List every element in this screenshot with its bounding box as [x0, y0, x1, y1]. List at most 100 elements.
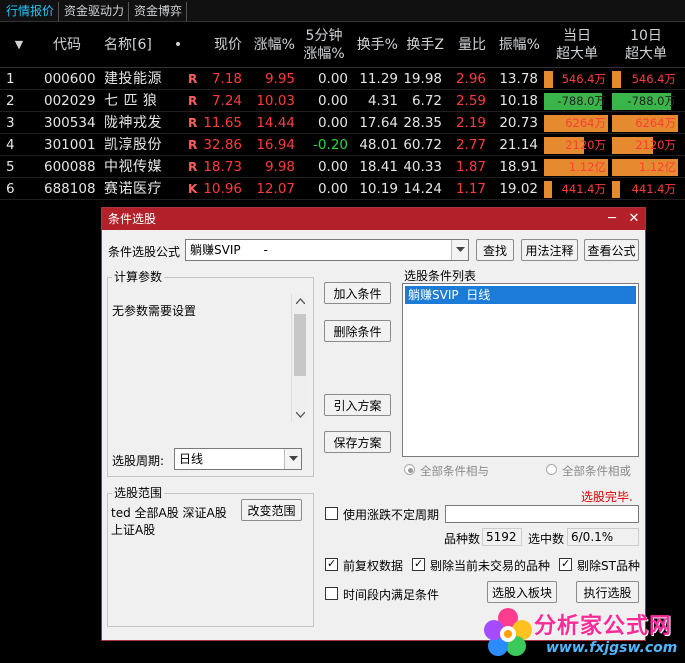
table-row[interactable]: 6 688108 赛诺医疗 K 10.96 12.07 0.00 10.19 14.24 1.17…	[0, 178, 685, 200]
cell-amplitude: 20.73	[499, 115, 538, 131]
time-range-checkbox[interactable]	[325, 587, 338, 600]
bigorder-value: -788.0万	[627, 94, 676, 108]
cell-change: 14.44	[256, 115, 295, 131]
bigorder-value: 441.4万	[561, 182, 606, 196]
cell-code: 600088	[44, 159, 96, 175]
col-amplitude-header[interactable]: 振幅%	[488, 22, 540, 68]
cell-amplitude: 21.14	[499, 137, 538, 153]
watermark-title: 分析家公式网	[534, 613, 673, 639]
radio-or[interactable]	[546, 464, 557, 475]
col-5min-header[interactable]: 5分钟 涨幅%	[298, 22, 350, 68]
range-text-line1: ted 全部A股 深证A股	[111, 506, 227, 520]
params-text: 无参数需要设置	[112, 304, 197, 318]
condition-list-label: 选股条件列表	[404, 269, 477, 283]
cell-price: 18.73	[203, 159, 242, 175]
params-scrollbar[interactable]	[291, 294, 308, 422]
exclude-st-label: 剔除ST品种	[577, 559, 640, 573]
cell-day-bigorder: 546.4万	[544, 71, 608, 88]
use-period-checkbox[interactable]	[325, 507, 338, 520]
cell-code: 300534	[44, 115, 96, 131]
cell-d10-bigorder: 2120万	[612, 137, 678, 154]
scroll-down-icon[interactable]	[296, 412, 305, 418]
cell-vol-ratio: 2.59	[455, 93, 486, 109]
cell-change: 10.03	[256, 93, 295, 109]
col-code-header[interactable]: 代码	[44, 22, 90, 68]
cell-idx: 3	[6, 115, 15, 131]
table-row[interactable]: 5 600088 中视传媒 R 18.73 9.98 0.00 18.41 40.33 1.87 1…	[0, 156, 685, 178]
condition-stock-picker-dialog: 条件选股 ─ ✕ 条件选股公式 躺赚SVIP - 查找 用法注释 查看公式 计算…	[101, 207, 646, 641]
col-dot-header: •	[173, 37, 183, 53]
exclude-untraded-checkbox[interactable]	[412, 557, 425, 571]
col-turnover-z-header[interactable]: 换手Z	[398, 22, 444, 68]
col-5min-header-line2: 涨幅%	[303, 46, 345, 62]
col-change-header[interactable]: 涨幅%	[245, 22, 295, 68]
adjust-data-checkbox[interactable]	[325, 557, 338, 571]
find-button[interactable]: 查找	[476, 239, 514, 261]
remove-condition-button[interactable]: 删除条件	[324, 320, 391, 342]
cell-d10-bigorder: -788.0万	[612, 93, 678, 110]
view-formula-button[interactable]: 查看公式	[584, 239, 639, 261]
cell-change: 12.07	[256, 181, 295, 197]
cell-turnover: 17.64	[359, 115, 398, 131]
minimize-icon[interactable]: ─	[602, 208, 622, 230]
params-group-title: 计算参数	[112, 270, 165, 284]
cell-code: 688108	[44, 181, 96, 197]
close-icon[interactable]: ✕	[624, 208, 644, 230]
dialog-titlebar[interactable]: 条件选股 ─ ✕	[102, 208, 645, 230]
radio-and[interactable]	[404, 464, 415, 475]
cell-price: 11.65	[203, 115, 242, 131]
col-turnover-header[interactable]: 换手%	[350, 22, 398, 68]
cell-code: 000600	[44, 71, 96, 87]
use-period-label: 使用涨跌不定周期	[343, 508, 440, 522]
import-scheme-button[interactable]: 引入方案	[324, 394, 391, 416]
table-row[interactable]: 3 300534 陇神戎发 R 11.65 14.44 0.00 17.64 28.35 2.19…	[0, 112, 685, 134]
params-scroll-thumb[interactable]	[294, 314, 306, 376]
run-selection-button[interactable]: 执行选股	[576, 581, 639, 603]
bigorder-value: 1.12亿	[638, 160, 676, 174]
bigorder-bar	[612, 181, 620, 198]
period-select-value: 日线	[179, 452, 204, 466]
cell-code: 301001	[44, 137, 96, 153]
chevron-down-icon[interactable]	[451, 240, 468, 260]
formula-select[interactable]: 躺赚SVIP -	[185, 239, 469, 261]
status-text: 选股完毕.	[581, 490, 633, 504]
save-scheme-button[interactable]: 保存方案	[324, 431, 391, 453]
tab-fund-drive[interactable]: 资金驱动力	[60, 2, 130, 21]
col-price-header[interactable]: 现价	[190, 22, 242, 68]
change-range-button[interactable]: 改变范围	[241, 499, 302, 521]
cell-price: 32.86	[203, 137, 242, 153]
table-row[interactable]: 1 000600 建投能源 R 7.18 9.95 0.00 11.29 19.98 2.96 13…	[0, 68, 685, 90]
radio-and-label: 全部条件相与	[420, 464, 489, 478]
table-row[interactable]: 2 002029 七 匹 狼 R 7.24 10.03 0.00 4.31 6.72 2.59 10…	[0, 90, 685, 112]
tab-fund-game[interactable]: 资金博弈	[130, 2, 188, 21]
period-select[interactable]: 日线	[174, 448, 302, 470]
cell-turnover-z: 6.72	[411, 93, 442, 109]
add-condition-button[interactable]: 加入条件	[324, 282, 391, 304]
col-vol-ratio-header[interactable]: 量比	[444, 22, 486, 68]
cell-idx: 6	[6, 181, 15, 197]
to-block-button[interactable]: 选股入板块	[487, 581, 557, 603]
bigorder-bar	[612, 71, 621, 88]
col-5min-header-line1: 5分钟	[305, 28, 343, 44]
bigorder-value: 1.12亿	[568, 160, 606, 174]
col-10day-bigorder-header[interactable]: 10日 超大单	[612, 22, 680, 68]
cell-day-bigorder: 441.4万	[544, 181, 608, 198]
col-day-bigorder-header[interactable]: 当日 超大单	[544, 22, 610, 68]
condition-list[interactable]: 躺赚SVIP 日线	[402, 283, 639, 457]
exclude-st-checkbox[interactable]	[559, 557, 572, 571]
cell-min5: 0.00	[317, 93, 348, 109]
table-row[interactable]: 4 301001 凯淳股份 R 32.86 16.94 -0.20 48.01 60.72 2.7…	[0, 134, 685, 156]
top-tab-bar: 行情报价 资金驱动力 资金博弈	[0, 0, 685, 22]
tab-quotes[interactable]: 行情报价	[2, 2, 60, 21]
sort-toggle-icon[interactable]: ▼	[8, 22, 30, 68]
cell-min5: 0.00	[317, 181, 348, 197]
scroll-up-icon[interactable]	[296, 298, 305, 304]
cell-vol-ratio: 2.19	[455, 115, 486, 131]
adjust-data-label: 前复权数据	[343, 559, 404, 573]
col-name-header[interactable]: 名称[6]	[104, 22, 164, 68]
list-item[interactable]: 躺赚SVIP 日线	[405, 286, 636, 304]
chevron-down-icon[interactable]	[284, 449, 301, 469]
cell-name: 中视传媒	[104, 159, 162, 175]
period-input[interactable]	[445, 505, 639, 523]
usage-notes-button[interactable]: 用法注释	[521, 239, 578, 261]
